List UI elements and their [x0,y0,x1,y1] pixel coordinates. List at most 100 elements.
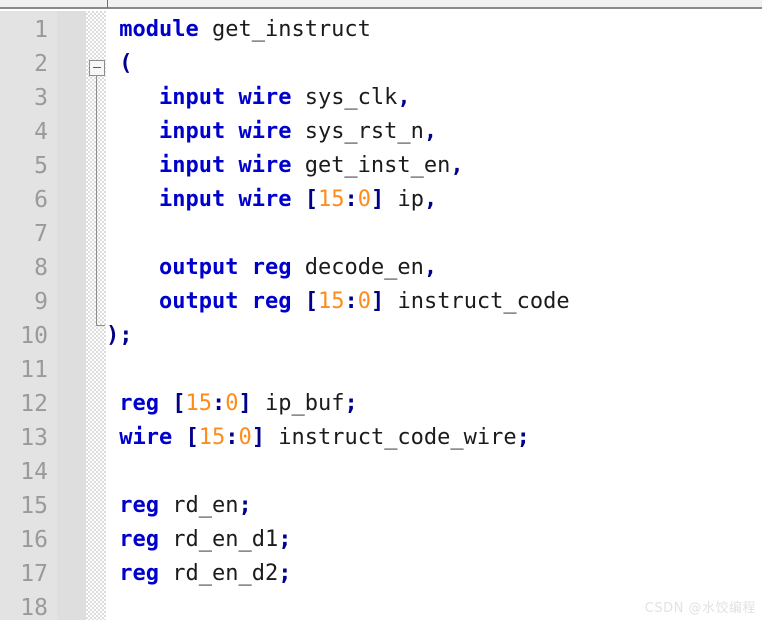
code-token-punc: [ [185,425,199,450]
gutter-marker-band[interactable] [57,11,86,620]
code-token-punc: ( [119,51,133,76]
minus-icon [93,67,101,68]
line-number: 12 [20,391,48,417]
code-token-punc: , [423,187,438,212]
code-token-kw: reg [119,527,159,552]
code-text-area[interactable]: module get_instruct ( input wire sys_clk… [106,11,762,620]
code-line[interactable]: ); [106,319,133,353]
code-token-num: 0 [357,289,371,314]
code-token-id [106,391,119,416]
code-line[interactable]: output reg decode_en, [106,251,437,285]
code-token-id: get_instruct [198,17,371,42]
code-line[interactable]: reg rd_en_d1; [106,523,291,557]
code-line[interactable]: input wire sys_rst_n, [106,115,437,149]
code-token-id: ip [384,187,424,212]
code-token-id [225,119,238,144]
code-token-id [106,289,159,314]
code-token-kw: input [158,85,226,110]
code-token-id [238,289,251,314]
code-token-id [106,153,159,178]
code-token-kw: reg [251,289,292,314]
code-token-kw: reg [119,391,159,416]
code-token-punc: ] [238,391,252,416]
line-number: 6 [34,187,48,213]
code-token-punc: , [397,85,411,110]
line-number: 5 [34,153,48,179]
code-token-num: 0 [238,425,252,450]
fold-guide-line [96,76,97,326]
tab-separator [107,0,108,8]
code-token-kw: input [158,187,226,212]
code-token-id: rd_en_d1 [159,527,279,552]
code-token-punc: ] [251,425,265,450]
fold-guide-foot [96,325,105,326]
code-token-kw: output [158,289,239,314]
code-token-kw: wire [238,119,292,144]
code-token-id [106,493,119,518]
code-token-kw: reg [119,561,159,586]
code-token-punc: [ [172,391,186,416]
code-token-id [159,391,172,416]
code-token-id: ip_buf [251,391,345,416]
code-token-id: sys_rst_n [291,119,424,144]
code-token-id: sys_clk [291,85,398,110]
fold-collapse-icon[interactable] [89,60,105,76]
code-token-id [106,51,119,76]
code-line[interactable]: input wire [15:0] ip, [106,183,437,217]
code-token-punc: , [423,119,438,144]
code-token-punc: ); [106,323,133,348]
code-token-id: instruct_code_wire [264,425,517,450]
line-number: 14 [20,459,48,485]
code-token-punc: [ [304,289,318,314]
code-line[interactable]: input wire get_inst_en, [106,149,464,183]
code-token-punc: [ [304,187,318,212]
code-token-punc: ; [278,561,292,586]
line-number: 1 [34,17,48,43]
code-token-kw: wire [238,153,292,178]
code-token-num: 0 [225,391,239,416]
code-token-id [106,527,119,552]
code-line[interactable]: module get_instruct [106,13,371,47]
code-token-id [225,153,238,178]
code-token-id [225,85,238,110]
code-token-id [225,187,238,212]
code-line[interactable]: input wire sys_clk, [106,81,411,115]
code-token-id [106,425,119,450]
line-number: 15 [20,493,48,519]
line-number: 16 [20,527,48,553]
code-token-id: rd_en_d2 [159,561,279,586]
code-token-kw: input [158,153,226,178]
code-token-num: 15 [185,391,213,416]
code-line[interactable]: reg [15:0] ip_buf; [106,387,358,421]
code-line[interactable]: output reg [15:0] instruct_code [106,285,570,319]
line-number: 4 [34,119,48,145]
code-token-punc: ] [370,187,385,212]
code-token-num: 15 [317,289,345,314]
line-number: 9 [34,289,48,315]
line-number: 17 [20,561,48,587]
code-token-kw: wire [238,85,292,110]
code-line[interactable]: reg rd_en; [106,489,251,523]
line-number: 10 [20,323,48,349]
code-token-id [106,561,119,586]
code-line[interactable]: ( [106,47,133,81]
code-editor-window: 1 2 3 4 5 6 7 8 9 10 11 12 13 14 15 16 17 18 module get_i… [0,0,762,620]
code-token-punc: : [344,187,358,212]
code-token-num: 15 [317,187,345,212]
code-line[interactable]: wire [15:0] instruct_code_wire; [106,421,530,455]
code-token-punc: ; [344,391,358,416]
code-token-kw: output [158,255,239,280]
code-token-id [238,255,251,280]
code-token-kw: wire [238,187,292,212]
csdn-watermark: CSDN @水饺编程 [644,601,756,616]
code-token-id: get_inst_en [291,153,451,178]
code-token-id [291,187,304,212]
line-number-gutter[interactable]: 1 2 3 4 5 6 7 8 9 10 11 12 13 14 15 16 17 18 [0,11,57,620]
code-token-id [291,289,304,314]
code-line[interactable]: reg rd_en_d2; [106,557,291,591]
editor-tab-strip[interactable] [0,0,762,9]
code-token-id [106,85,159,110]
code-token-id [106,17,119,42]
line-number: 18 [20,595,48,620]
code-token-num: 0 [357,187,371,212]
